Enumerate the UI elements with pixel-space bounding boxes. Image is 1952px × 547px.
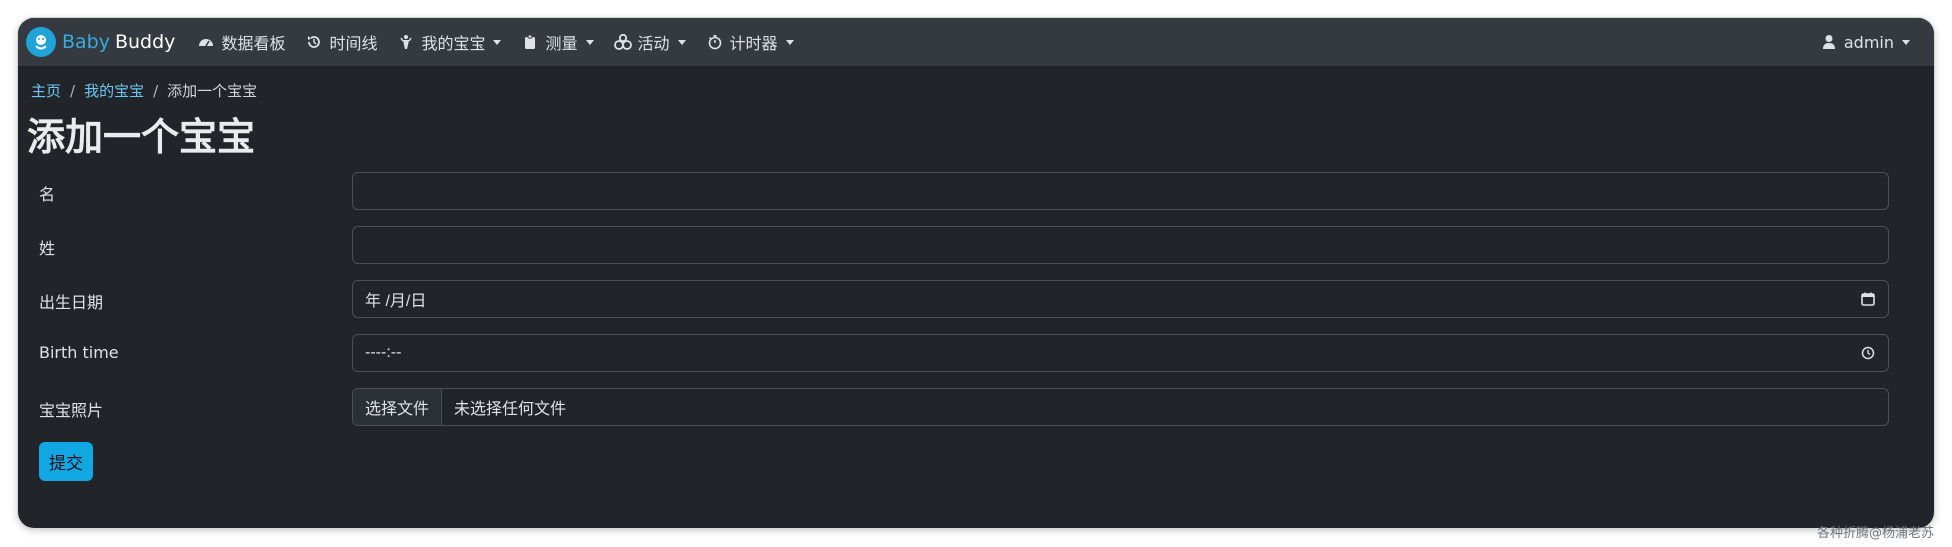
- history-icon: [305, 33, 323, 51]
- activities-icon: [613, 33, 632, 51]
- first-name-input[interactable]: [352, 172, 1889, 210]
- nav-item-children[interactable]: 我的宝宝: [387, 18, 511, 66]
- brand-buddy-text: Buddy: [114, 31, 176, 53]
- nav-item-label: 时间线: [329, 34, 378, 53]
- baby-buddy-logo-icon: [26, 27, 56, 57]
- file-status-text: 未选择任何文件: [454, 401, 567, 418]
- form-row-first-name: 名: [18, 172, 1934, 210]
- caret-down-icon: [585, 39, 594, 45]
- form-row-photo: 宝宝照片 选择文件 未选择任何文件: [18, 388, 1934, 426]
- clipboard-icon: [521, 33, 539, 51]
- watermark-text: 各种折腾@杨浦老苏: [1816, 526, 1934, 541]
- page-title: 添加一个宝宝: [27, 115, 256, 159]
- breadcrumb-separator: /: [153, 81, 159, 100]
- birth-date-value: 年 /月/日: [365, 293, 427, 310]
- breadcrumb-home-link[interactable]: 主页: [31, 80, 61, 101]
- nav-item-measurements[interactable]: 测量: [511, 18, 603, 66]
- birth-time-value: ----:--: [365, 344, 402, 361]
- brand-link[interactable]: Baby Buddy: [26, 27, 175, 57]
- breadcrumb-children-link[interactable]: 我的宝宝: [84, 80, 144, 101]
- form-row-birth-date: 出生日期 年 /月/日: [18, 280, 1934, 318]
- nav-item-label: 数据看板: [221, 34, 286, 53]
- choose-file-button[interactable]: 选择文件: [353, 389, 443, 425]
- nav-item-label: 测量: [545, 34, 578, 53]
- birth-date-input[interactable]: 年 /月/日: [352, 280, 1889, 318]
- birth-date-label: 出生日期: [39, 293, 104, 312]
- brand-baby-text: Baby: [62, 31, 110, 53]
- photo-label: 宝宝照片: [39, 401, 104, 420]
- calendar-icon[interactable]: [1860, 291, 1876, 307]
- user-icon: [1820, 33, 1838, 51]
- baby-icon: [397, 33, 415, 51]
- breadcrumb-current: 添加一个宝宝: [167, 82, 258, 100]
- stopwatch-icon: [706, 33, 724, 51]
- navbar: Baby Buddy 数据看板 时间线 我的宝宝 测量 活动 计时器 admin: [18, 18, 1934, 66]
- submit-button[interactable]: 提交: [39, 442, 93, 481]
- breadcrumb-separator: /: [70, 81, 76, 100]
- nav-item-label: 我的宝宝: [421, 34, 486, 53]
- breadcrumb: 主页 / 我的宝宝 / 添加一个宝宝: [31, 80, 257, 101]
- nav-item-timeline[interactable]: 时间线: [295, 18, 387, 66]
- user-menu[interactable]: admin: [1810, 18, 1920, 66]
- birth-time-input[interactable]: ----:--: [352, 334, 1889, 372]
- app-window: Baby Buddy 数据看板 时间线 我的宝宝 测量 活动 计时器 admin…: [18, 18, 1934, 528]
- photo-file-input[interactable]: 选择文件 未选择任何文件: [352, 388, 1889, 426]
- form-row-last-name: 姓: [18, 226, 1934, 264]
- nav-item-label: 计时器: [729, 34, 778, 53]
- user-name: admin: [1843, 32, 1894, 52]
- caret-down-icon: [493, 39, 502, 45]
- nav-item-activities[interactable]: 活动: [604, 18, 696, 66]
- dashboard-icon: [197, 33, 215, 51]
- clock-icon[interactable]: [1860, 345, 1876, 361]
- last-name-label: 姓: [39, 239, 56, 258]
- form-row-birth-time: Birth time ----:--: [18, 334, 1934, 372]
- caret-down-icon: [1902, 39, 1910, 45]
- nav-item-label: 活动: [637, 34, 670, 53]
- caret-down-icon: [785, 39, 794, 45]
- first-name-label: 名: [39, 185, 56, 204]
- nav-item-dashboard[interactable]: 数据看板: [187, 18, 295, 66]
- birth-time-label: Birth time: [39, 343, 119, 362]
- nav-item-timers[interactable]: 计时器: [696, 18, 804, 66]
- last-name-input[interactable]: [352, 226, 1889, 264]
- caret-down-icon: [677, 39, 686, 45]
